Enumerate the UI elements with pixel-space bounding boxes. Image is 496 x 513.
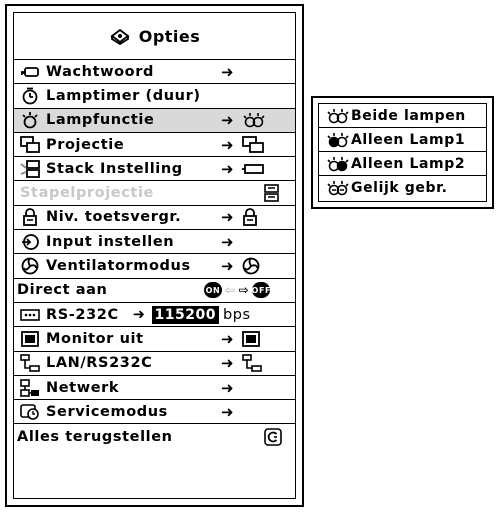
- lamp-function-submenu: Beide lampen Alleen Lamp1 Alleen Lamp2 G…: [311, 96, 494, 209]
- submenu-item-beide-lampen[interactable]: Beide lampen: [319, 104, 486, 128]
- rs232c-icon: [20, 306, 40, 324]
- menu-item-label: Stack Instelling: [46, 160, 183, 177]
- lock-icon: [242, 208, 258, 227]
- menu-item-monitor-uit[interactable]: Monitor uit ➜: [14, 327, 295, 352]
- menu-item-label: Wachtwoord: [46, 63, 154, 80]
- key-icon: [20, 63, 40, 81]
- baud-rate-unit: bps: [222, 306, 251, 323]
- submenu-item-label: Beide lampen: [351, 107, 466, 124]
- dual-lamp-icon: [242, 111, 266, 129]
- submenu-frame: Beide lampen Alleen Lamp1 Alleen Lamp2 G…: [318, 103, 487, 202]
- arrow-right-icon: ➜: [221, 232, 235, 251]
- menu-item-label: Monitor uit: [46, 330, 144, 347]
- lamp-timer-icon: [20, 87, 40, 105]
- menu-item-label: Lamptimer (duur): [46, 87, 201, 104]
- menu-item-lan-rs232c[interactable]: LAN/RS232C ➜: [14, 352, 295, 376]
- on-state-icon: ON: [204, 282, 222, 299]
- submenu-item-label: Alleen Lamp1: [351, 131, 466, 148]
- arrow-right-icon: ➜: [221, 329, 235, 348]
- baud-rate-value: 115200: [151, 305, 219, 324]
- menu-item-label: Projectie: [46, 136, 125, 153]
- menu-item-label: Ventilatormodus: [46, 258, 191, 275]
- menu-item-label: Stapelprojectie: [20, 185, 154, 202]
- network-icon: [20, 378, 40, 397]
- monitor-icon: [20, 330, 40, 348]
- menu-item-stack-instelling[interactable]: Stack Instelling ➜: [14, 157, 295, 182]
- dual-lamp-icon: [327, 107, 349, 125]
- submenu-item-label: Gelijk gebr.: [351, 180, 448, 196]
- options-icon: [109, 27, 139, 45]
- arrow-right-icon: ➜: [221, 135, 235, 154]
- arrow-right-icon: ➜: [221, 257, 235, 276]
- off-state-icon: OFF: [252, 282, 270, 299]
- submenu-item-label: Alleen Lamp2: [351, 155, 466, 172]
- arrow-right-icon: ➜: [221, 111, 235, 130]
- equal-use-lamp-icon: [327, 179, 349, 197]
- menu-header: Opties: [14, 13, 295, 60]
- submenu-item-alleen-lamp2[interactable]: Alleen Lamp2: [319, 152, 486, 176]
- menu-item-label: Lampfunctie: [46, 112, 155, 129]
- menu-item-lampfunctie[interactable]: Lampfunctie ➜: [14, 108, 295, 133]
- arrow-right-icon: ➜: [221, 378, 235, 397]
- arrow-right-icon: ⇨: [238, 283, 250, 298]
- reset-icon: [264, 427, 282, 446]
- menu-item-label: Niv. toetsvergr.: [46, 209, 182, 226]
- fan-icon: [242, 257, 260, 275]
- menu-item-label: Input instellen: [46, 233, 175, 250]
- arrow-right-icon: ➜: [221, 159, 235, 178]
- menu-item-lamptimer[interactable]: Lamptimer (duur): [14, 84, 295, 109]
- menu-item-wachtwoord[interactable]: Wachtwoord ➜: [14, 60, 295, 85]
- monitor-icon: [242, 331, 260, 347]
- menu-item-alles-terugstellen[interactable]: Alles terugstellen: [14, 424, 295, 448]
- power-toggle[interactable]: ON ⇦ ⇨ OFF: [204, 282, 270, 299]
- menu-item-stapelprojectie: Stapelprojectie: [14, 181, 295, 206]
- options-menu-frame: Opties Wachtwoord ➜ Lamptimer (duur) Lam…: [13, 12, 296, 499]
- menu-items: Wachtwoord ➜ Lamptimer (duur) Lampfuncti…: [14, 60, 295, 449]
- menu-item-input-instellen[interactable]: Input instellen ➜: [14, 230, 295, 255]
- lan-icon: [242, 354, 262, 373]
- menu-title: Opties: [138, 26, 201, 46]
- menu-item-servicemodus[interactable]: Servicemodus ➜: [14, 400, 295, 425]
- menu-item-label: Servicemodus: [46, 403, 168, 420]
- arrow-right-icon: ➜: [221, 354, 235, 373]
- input-icon: [20, 233, 40, 251]
- menu-item-rs232c[interactable]: RS-232C ➜ 115200 bps: [14, 303, 295, 328]
- menu-item-label: Direct aan: [17, 282, 108, 299]
- lamp1-icon: [327, 131, 349, 149]
- menu-item-label: Alles terugstellen: [17, 428, 173, 445]
- arrow-right-icon: ➜: [221, 402, 235, 421]
- service-icon: [20, 403, 40, 421]
- menu-item-label: Netwerk: [46, 379, 120, 396]
- menu-item-ventilatormodus[interactable]: Ventilatormodus ➜: [14, 254, 295, 279]
- arrow-left-icon: ⇦: [225, 283, 236, 298]
- lamp-icon: [20, 111, 40, 129]
- options-menu-panel: Opties Wachtwoord ➜ Lamptimer (duur) Lam…: [5, 4, 304, 507]
- stack-icon: [20, 159, 40, 178]
- menu-item-projectie[interactable]: Projectie ➜: [14, 133, 295, 158]
- arrow-right-icon: ➜: [221, 62, 235, 81]
- lamp2-icon: [327, 155, 349, 173]
- stack-single-icon: [242, 163, 264, 175]
- menu-item-direct-aan[interactable]: Direct aan ON ⇦ ⇨ OFF: [14, 279, 295, 303]
- fan-icon: [20, 257, 40, 275]
- submenu-item-gelijk-gebr[interactable]: Gelijk gebr.: [319, 176, 486, 200]
- menu-item-niv-toetsvergr[interactable]: Niv. toetsvergr. ➜: [14, 206, 295, 231]
- arrow-right-icon: ➜: [221, 208, 235, 227]
- projection-icon: [242, 135, 264, 154]
- stack-projection-icon: [264, 184, 280, 202]
- submenu-item-alleen-lamp1[interactable]: Alleen Lamp1: [319, 128, 486, 152]
- menu-item-label: RS-232C: [46, 306, 119, 323]
- arrow-right-icon: ➜: [132, 306, 146, 323]
- menu-item-netwerk[interactable]: Netwerk ➜: [14, 376, 295, 401]
- lan-icon: [20, 354, 40, 373]
- lock-icon: [20, 208, 40, 227]
- projection-icon: [20, 135, 40, 154]
- menu-item-label: LAN/RS232C: [46, 355, 153, 372]
